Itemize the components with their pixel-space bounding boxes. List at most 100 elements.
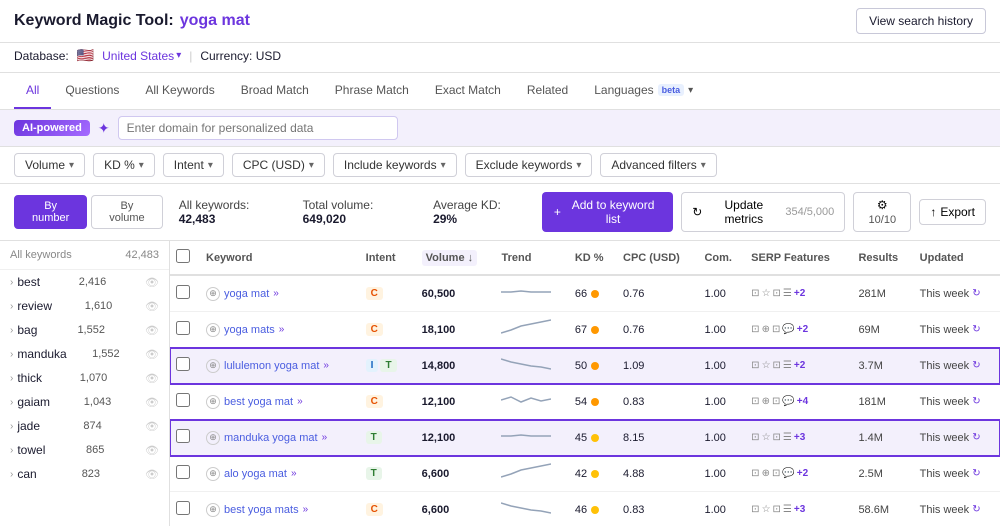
refresh-icon: ↻ bbox=[692, 205, 702, 219]
kd-filter[interactable]: KD % ▾ bbox=[93, 153, 155, 177]
tab-broad-match[interactable]: Broad Match bbox=[229, 73, 321, 109]
volume-value: 18,100 bbox=[422, 324, 456, 336]
row-checkbox[interactable] bbox=[176, 429, 190, 443]
kd-cell: 66 bbox=[569, 275, 617, 312]
tab-exact-match[interactable]: Exact Match bbox=[423, 73, 513, 109]
eye-icon: 👁 bbox=[145, 396, 159, 409]
sidebar-item[interactable]: › review 1,610 👁 bbox=[0, 294, 169, 318]
sidebar-word: can bbox=[17, 467, 36, 481]
update-metrics-button[interactable]: ↻ Update metrics 354/5,000 bbox=[681, 192, 845, 232]
chevron-down-icon-lang: ▾ bbox=[688, 85, 693, 96]
tab-questions[interactable]: Questions bbox=[53, 73, 131, 109]
add-to-list-button[interactable]: + Add to keyword list bbox=[542, 192, 673, 232]
sidebar-count: 1,552 bbox=[92, 348, 120, 360]
col-updated: Updated bbox=[914, 241, 1000, 275]
tab-all-keywords[interactable]: All Keywords bbox=[133, 73, 226, 109]
updated-cell: This week ↻ bbox=[914, 492, 1000, 526]
com-cell: 1.00 bbox=[698, 275, 745, 312]
refresh-row-icon[interactable]: ↻ bbox=[972, 468, 980, 479]
row-checkbox[interactable] bbox=[176, 285, 190, 299]
separator: | bbox=[189, 49, 192, 63]
tab-languages[interactable]: Languages beta ▾ bbox=[582, 73, 705, 109]
tab-phrase-match[interactable]: Phrase Match bbox=[323, 73, 421, 109]
serp-plus: +2 bbox=[797, 324, 808, 335]
intent-badge: T bbox=[366, 467, 382, 480]
by-volume-button[interactable]: By volume bbox=[91, 195, 162, 229]
select-all-checkbox[interactable] bbox=[176, 249, 190, 263]
sidebar-item[interactable]: › towel 865 👁 bbox=[0, 438, 169, 462]
com-cell: 1.00 bbox=[698, 492, 745, 526]
table-body: ⊕ yoga mat » C 60,500 66 0.76 1.00 ⊡☆⊡☰ … bbox=[170, 275, 1000, 526]
keyword-arrows: » bbox=[279, 324, 285, 335]
serp-plus: +2 bbox=[794, 360, 805, 371]
export-button[interactable]: ↑ Export bbox=[919, 199, 986, 225]
intent-filter[interactable]: Intent ▾ bbox=[163, 153, 224, 177]
domain-input[interactable] bbox=[118, 116, 398, 140]
chevron-volume: ▾ bbox=[69, 160, 74, 171]
row-checkbox[interactable] bbox=[176, 393, 190, 407]
keyword-arrows: » bbox=[323, 360, 329, 371]
sidebar-header: All keywords 42,483 bbox=[0, 241, 169, 270]
sidebar-item[interactable]: › jade 874 👁 bbox=[0, 414, 169, 438]
intent-badge: T bbox=[380, 359, 396, 372]
sidebar-item-left: › thick bbox=[10, 371, 42, 385]
volume-value: 60,500 bbox=[422, 288, 456, 300]
row-checkbox[interactable] bbox=[176, 465, 190, 479]
kd-cell: 54 bbox=[569, 384, 617, 420]
eye-icon: 👁 bbox=[145, 324, 159, 337]
col-volume[interactable]: Volume ↓ bbox=[416, 241, 496, 275]
tab-all[interactable]: All bbox=[14, 73, 51, 109]
refresh-row-icon[interactable]: ↻ bbox=[972, 360, 980, 371]
refresh-row-icon[interactable]: ↻ bbox=[972, 504, 980, 515]
main-table: Keyword Intent Volume ↓ Trend KD % CPC (… bbox=[170, 241, 1000, 526]
exclude-filter[interactable]: Exclude keywords ▾ bbox=[465, 153, 593, 177]
cpc-cell: 0.83 bbox=[617, 384, 698, 420]
sidebar-col1: All keywords bbox=[10, 249, 72, 261]
kd-value: 54 bbox=[575, 396, 587, 408]
volume-value: 12,100 bbox=[422, 396, 456, 408]
eye-icon: 👁 bbox=[145, 444, 159, 457]
row-checkbox[interactable] bbox=[176, 357, 190, 371]
row-checkbox[interactable] bbox=[176, 501, 190, 515]
sidebar-item[interactable]: › best 2,416 👁 bbox=[0, 270, 169, 294]
keyword-icon: ⊕ bbox=[206, 359, 220, 373]
settings-button[interactable]: ⚙ 10/10 bbox=[853, 192, 911, 232]
sidebar-item[interactable]: › thick 1,070 👁 bbox=[0, 366, 169, 390]
sidebar-word: manduka bbox=[17, 347, 66, 361]
refresh-row-icon[interactable]: ↻ bbox=[972, 288, 980, 299]
chevron-icon: › bbox=[10, 325, 13, 336]
refresh-row-icon[interactable]: ↻ bbox=[972, 432, 980, 443]
app-wrapper: Keyword Magic Tool: yoga mat View search… bbox=[0, 0, 1000, 526]
sidebar-item[interactable]: › can 823 👁 bbox=[0, 462, 169, 486]
intent-badge: C bbox=[366, 287, 383, 300]
keywords-table: Keyword Intent Volume ↓ Trend KD % CPC (… bbox=[170, 241, 1000, 526]
volume-filter[interactable]: Volume ▾ bbox=[14, 153, 85, 177]
table-row: ⊕ manduka yoga mat » T 12,100 45 8.15 1.… bbox=[170, 420, 1000, 456]
refresh-row-icon[interactable]: ↻ bbox=[972, 324, 980, 335]
keyword-text: manduka yoga mat bbox=[224, 432, 318, 444]
refresh-row-icon[interactable]: ↻ bbox=[972, 396, 980, 407]
keyword-text: best yoga mats bbox=[224, 504, 299, 516]
chevron-down-icon: ▾ bbox=[176, 50, 181, 61]
chevron-icon: › bbox=[10, 373, 13, 384]
cpc-filter[interactable]: CPC (USD) ▾ bbox=[232, 153, 325, 177]
sidebar-item-left: › gaiam bbox=[10, 395, 50, 409]
sidebar-item[interactable]: › gaiam 1,043 👁 bbox=[0, 390, 169, 414]
view-history-button[interactable]: View search history bbox=[856, 8, 986, 34]
col-checkbox bbox=[170, 241, 200, 275]
results-cell: 181M bbox=[852, 384, 913, 420]
country-link[interactable]: United States ▾ bbox=[102, 49, 181, 63]
intent-badge: C bbox=[366, 395, 383, 408]
sidebar-item[interactable]: › bag 1,552 👁 bbox=[0, 318, 169, 342]
sidebar-word: towel bbox=[17, 443, 45, 457]
updated-value: This week bbox=[920, 468, 970, 480]
advanced-filter[interactable]: Advanced filters ▾ bbox=[600, 153, 716, 177]
header: Keyword Magic Tool: yoga mat View search… bbox=[0, 0, 1000, 43]
tab-related[interactable]: Related bbox=[515, 73, 580, 109]
chevron-kd: ▾ bbox=[139, 160, 144, 171]
sidebar-item[interactable]: › manduka 1,552 👁 bbox=[0, 342, 169, 366]
by-number-button[interactable]: By number bbox=[14, 195, 87, 229]
kd-dot bbox=[591, 362, 599, 370]
row-checkbox[interactable] bbox=[176, 321, 190, 335]
include-filter[interactable]: Include keywords ▾ bbox=[333, 153, 457, 177]
